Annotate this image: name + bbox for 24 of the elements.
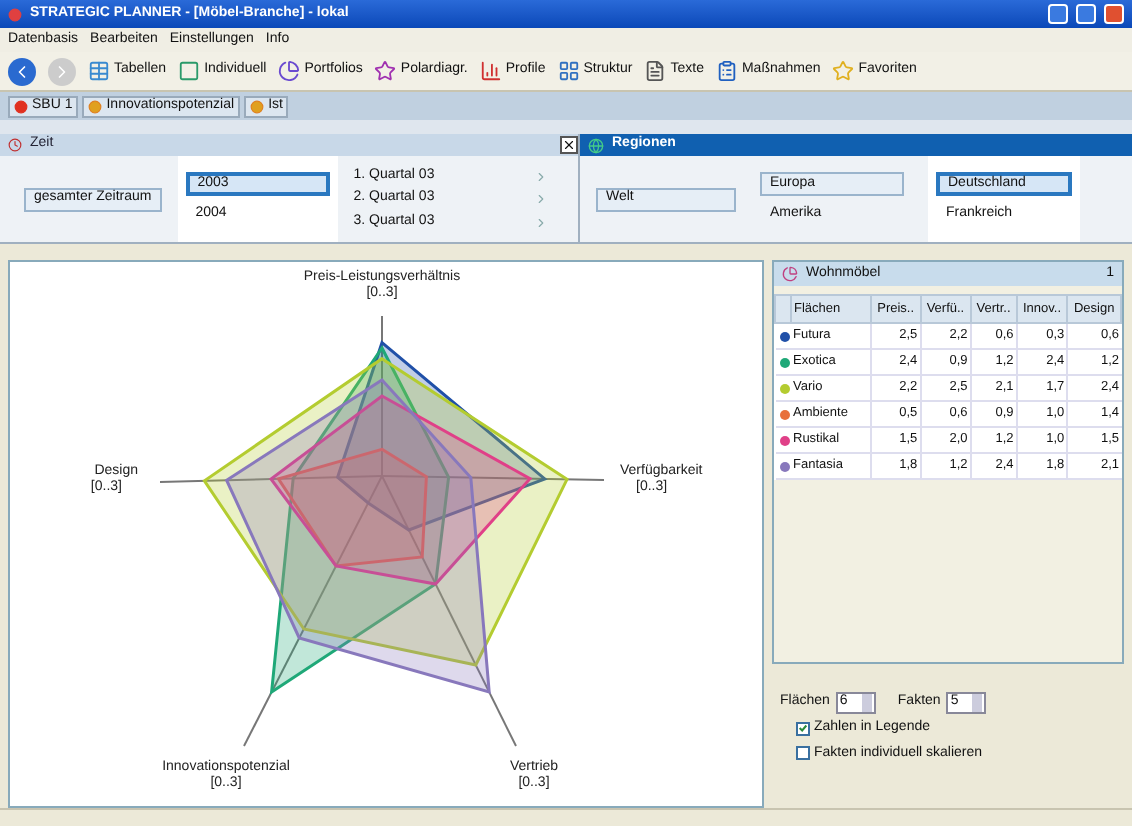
checkbox[interactable] [796, 721, 810, 736]
pie-chart-icon [278, 60, 301, 82]
tab-icon [14, 99, 28, 113]
table-icon [88, 60, 110, 82]
grid-icon [557, 60, 580, 82]
minimize-button[interactable] [1048, 4, 1068, 24]
app-icon [8, 7, 22, 21]
clock-icon [8, 138, 22, 152]
back-button[interactable] [8, 57, 36, 85]
column-header [775, 295, 791, 323]
star-icon [374, 60, 397, 82]
document-icon [644, 60, 667, 82]
star-icon [832, 60, 855, 82]
maximize-button[interactable] [1076, 4, 1096, 24]
bar-chart-icon [479, 60, 502, 82]
close-icon[interactable] [560, 136, 578, 154]
tab-icon [88, 99, 103, 113]
checkbox[interactable] [796, 746, 810, 761]
square-icon [178, 60, 201, 82]
pie-chart-icon [782, 266, 798, 282]
close-button[interactable] [1104, 4, 1124, 24]
globe-icon [588, 137, 604, 153]
tab-icon [250, 99, 265, 113]
clipboard-icon [715, 60, 738, 82]
